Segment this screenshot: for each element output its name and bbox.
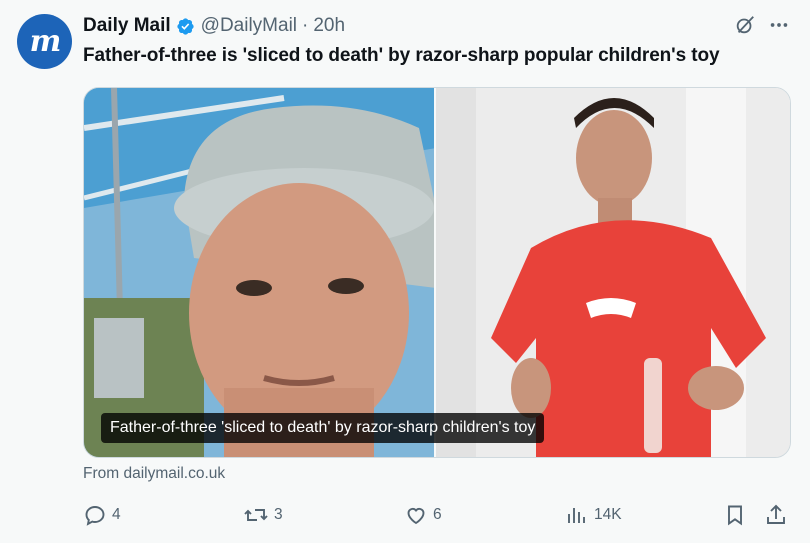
avatar[interactable]: m — [17, 14, 72, 69]
share-icon — [764, 503, 788, 527]
source-link[interactable]: From dailymail.co.uk — [83, 465, 225, 483]
bookmark-button[interactable] — [723, 503, 747, 527]
display-name[interactable]: Daily Mail — [83, 15, 171, 37]
tweet-header: Daily Mail @DailyMail · 20h — [83, 14, 345, 38]
views-icon — [565, 503, 589, 527]
action-bar: 4 3 6 14K — [0, 503, 810, 531]
handle[interactable]: @DailyMail — [201, 15, 297, 37]
reply-count: 4 — [112, 506, 121, 523]
tweet-text: Father-of-three is 'sliced to death' by … — [83, 45, 720, 66]
share-button[interactable] — [764, 503, 788, 527]
separator-dot: · — [302, 15, 309, 36]
bookmark-icon — [723, 503, 747, 527]
photo-left[interactable] — [84, 88, 435, 457]
verified-badge-icon[interactable] — [176, 17, 195, 36]
avatar-logo: m — [29, 24, 62, 59]
reply-icon — [83, 503, 107, 527]
more-icon[interactable] — [768, 14, 790, 36]
photo-right[interactable] — [436, 88, 790, 457]
reply-button[interactable]: 4 — [83, 503, 121, 527]
photo-left-illustration — [84, 88, 435, 457]
repost-icon — [243, 503, 269, 527]
timestamp[interactable]: 20h — [313, 15, 345, 37]
repost-button[interactable]: 3 — [243, 503, 283, 527]
media-caption: Father-of-three 'sliced to death' by raz… — [101, 413, 545, 443]
photo-right-illustration — [436, 88, 790, 457]
top-icons — [734, 14, 790, 36]
views-count: 14K — [594, 506, 622, 523]
repost-count: 3 — [274, 506, 283, 523]
like-button[interactable]: 6 — [404, 503, 442, 527]
like-count: 6 — [433, 506, 442, 523]
grok-icon[interactable] — [734, 14, 756, 36]
heart-icon — [404, 503, 428, 527]
views-button[interactable]: 14K — [565, 503, 622, 527]
media-card[interactable] — [83, 87, 791, 458]
